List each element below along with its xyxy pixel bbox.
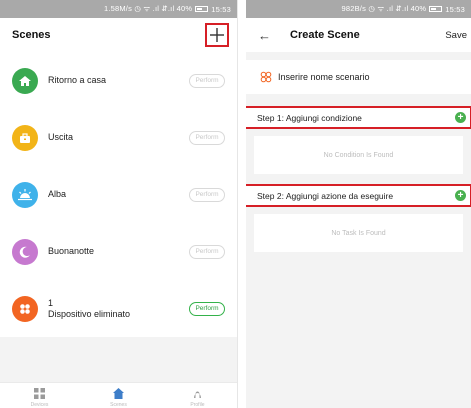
add-action-plus-icon[interactable]: + bbox=[455, 190, 466, 201]
back-arrow-icon[interactable]: ← bbox=[258, 28, 282, 43]
status-bar: 982B/s ◷ ᯤ .ıl ⇵.ıl 40% 15:53 bbox=[246, 0, 471, 18]
scene-name: Buonanotte bbox=[48, 246, 95, 256]
step2-add-action[interactable]: Step 2: Aggiungi azione da eseguire + bbox=[246, 184, 471, 207]
scene-name-field[interactable]: Inserire nome scenario bbox=[246, 60, 471, 94]
scenes-screen: 1.58M/s ◷ ᯤ .ıl ⇵.ıl 40% 15:53 Scenes Ri… bbox=[0, 0, 238, 408]
moon-icon bbox=[12, 238, 38, 265]
scene-name-placeholder: Inserire nome scenario bbox=[278, 72, 370, 82]
tab-label: Scenes bbox=[110, 402, 127, 408]
condition-empty-text: No Condition Is Found bbox=[323, 151, 394, 159]
scene-item-dispositivo-eliminato[interactable]: 1 Dispositivo eliminato Perform bbox=[0, 280, 237, 337]
status-indicators: 1.58M/s ◷ ᯤ .ıl ⇵.ıl 40% bbox=[103, 4, 193, 13]
perform-button[interactable]: Perform bbox=[189, 73, 225, 88]
scene-name-line1: 1 bbox=[48, 297, 54, 308]
create-scene-screen: 982B/s ◷ ᯤ .ıl ⇵.ıl 40% 15:53 ← Create S… bbox=[246, 0, 471, 408]
briefcase-icon bbox=[12, 124, 38, 151]
perform-button[interactable]: Perform bbox=[189, 187, 225, 202]
task-empty-state: No Task Is Found bbox=[254, 214, 463, 252]
plus-icon bbox=[210, 28, 224, 42]
scenes-header: Scenes bbox=[0, 18, 237, 52]
step1-label: Step 1: Aggiungi condizione bbox=[257, 112, 362, 123]
scene-grid-icon bbox=[260, 71, 272, 83]
scene-name-line2: Dispositivo eliminato bbox=[48, 308, 131, 319]
step2-label: Step 2: Aggiungi azione da eseguire bbox=[257, 190, 394, 201]
perform-button[interactable]: Perform bbox=[189, 301, 225, 316]
scene-name: Ritorno a casa bbox=[48, 75, 107, 85]
scene-list: Ritorno a casa Perform Uscita Perform Al… bbox=[0, 52, 237, 337]
scene-item-buonanotte[interactable]: Buonanotte Perform bbox=[0, 223, 237, 280]
save-button[interactable]: Save bbox=[445, 30, 467, 41]
create-scene-header: ← Create Scene Save bbox=[246, 18, 471, 52]
bottom-tab-bar: Devices Scenes Profile bbox=[0, 382, 237, 408]
tab-label: Devices bbox=[30, 402, 49, 408]
battery-icon bbox=[429, 6, 443, 12]
add-condition-plus-icon[interactable]: + bbox=[455, 112, 466, 123]
add-scene-button[interactable] bbox=[205, 23, 229, 47]
scene-item-ritorno-a-casa[interactable]: Ritorno a casa Perform bbox=[0, 52, 237, 109]
perform-button[interactable]: Perform bbox=[189, 244, 225, 259]
user-icon bbox=[194, 391, 201, 398]
scene-item-uscita[interactable]: Uscita Perform bbox=[0, 109, 237, 166]
device-grid-icon bbox=[12, 295, 38, 322]
scene-name: Alba bbox=[48, 189, 67, 199]
sunrise-icon bbox=[12, 181, 38, 208]
tab-scenes[interactable]: Scenes bbox=[89, 388, 149, 408]
tab-label: Profile bbox=[190, 402, 205, 408]
condition-empty-state: No Condition Is Found bbox=[254, 136, 463, 174]
status-time: 15:53 bbox=[211, 4, 231, 14]
page-title: Create Scene bbox=[290, 29, 360, 41]
status-time: 15:53 bbox=[445, 4, 465, 14]
grid-icon bbox=[34, 388, 45, 399]
home-icon bbox=[113, 388, 124, 399]
scene-item-alba[interactable]: Alba Perform bbox=[0, 166, 237, 223]
scene-name: Uscita bbox=[48, 132, 74, 142]
tab-profile[interactable]: Profile bbox=[168, 388, 228, 408]
status-bar: 1.58M/s ◷ ᯤ .ıl ⇵.ıl 40% 15:53 bbox=[0, 0, 237, 18]
step1-add-condition[interactable]: Step 1: Aggiungi condizione + bbox=[246, 106, 471, 129]
status-indicators: 982B/s ◷ ᯤ .ıl ⇵.ıl 40% bbox=[341, 4, 427, 13]
page-title: Scenes bbox=[12, 29, 51, 41]
tab-devices[interactable]: Devices bbox=[10, 388, 70, 408]
battery-icon bbox=[195, 6, 209, 12]
perform-button[interactable]: Perform bbox=[189, 130, 225, 145]
task-empty-text: No Task Is Found bbox=[331, 229, 386, 237]
scene-name: 1 Dispositivo eliminato bbox=[48, 298, 130, 320]
home-icon bbox=[12, 67, 38, 94]
